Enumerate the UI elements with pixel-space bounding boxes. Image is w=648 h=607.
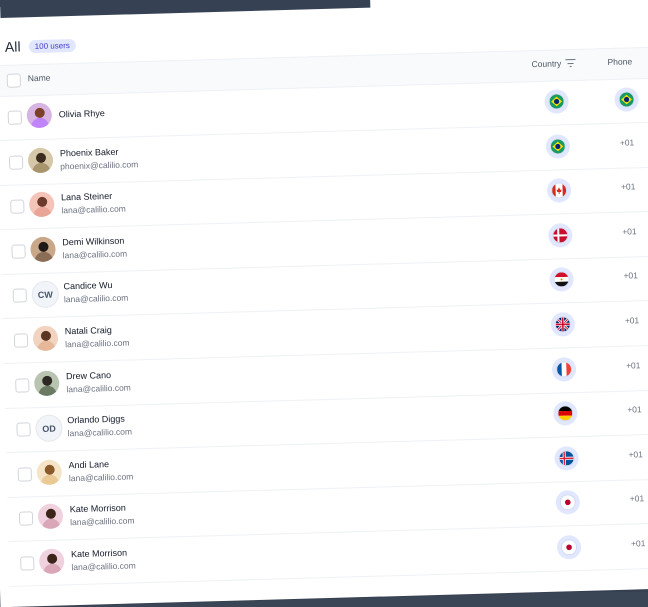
user-email: lana@calilio.com	[70, 515, 135, 528]
user-phone: +01	[620, 181, 636, 192]
page-title: All	[4, 38, 21, 55]
flag-icon-ca	[550, 182, 568, 199]
user-name: Phoenix Baker	[59, 146, 119, 158]
user-email: lana@calilio.com	[62, 248, 128, 261]
user-email: phoenix@calilio.com	[60, 158, 139, 171]
flag-icon-is	[558, 449, 575, 467]
avatar	[32, 325, 59, 352]
column-phone-header[interactable]: Phone	[607, 56, 632, 67]
country-flag	[546, 178, 572, 203]
user-email: lana@calilio.com	[61, 203, 126, 216]
flag-icon-gb	[554, 316, 572, 333]
avatar	[37, 503, 64, 530]
flag-icon-fr	[555, 360, 573, 378]
avatar	[26, 102, 53, 129]
avatar	[28, 191, 55, 218]
users-table-card: All 100 users Name Country Phone Olivia …	[0, 0, 648, 607]
table-header: All 100 users	[5, 35, 77, 57]
row-checkbox[interactable]	[16, 422, 31, 437]
flag-icon-jp	[559, 494, 577, 511]
avatar: OD	[35, 414, 63, 443]
country-flag	[549, 267, 574, 293]
user-phone: +01	[623, 270, 639, 282]
flag-icon-eg	[553, 271, 570, 289]
country-flag	[555, 490, 581, 516]
avatar	[27, 147, 54, 173]
flag-icon-br	[548, 93, 565, 110]
flag-icon-de	[557, 405, 574, 422]
country-flag	[548, 222, 573, 248]
user-name: Orlando Diggs	[67, 413, 125, 426]
flag-icon-br	[618, 91, 635, 108]
country-flag	[556, 534, 582, 560]
row-checkbox[interactable]	[15, 377, 30, 393]
country-flag	[545, 133, 571, 159]
user-email: lana@calilio.com	[66, 382, 131, 394]
column-country-label: Country	[531, 58, 562, 70]
row-checkbox[interactable]	[13, 333, 29, 348]
avatar	[30, 236, 56, 263]
user-phone: +01	[629, 493, 645, 504]
select-all-checkbox[interactable]	[6, 73, 22, 88]
user-phone: +01	[627, 404, 642, 415]
user-phone: +01	[628, 449, 644, 460]
row-checkbox[interactable]	[18, 511, 34, 527]
user-name: Olivia Rhye	[58, 108, 105, 120]
user-phone: +01	[622, 226, 637, 237]
country-flag	[550, 312, 576, 337]
user-email: lana@calilio.com	[67, 426, 133, 439]
column-country-header[interactable]: Country	[531, 58, 576, 70]
flag-icon-dk	[552, 227, 569, 244]
user-name: Drew Cano	[65, 369, 112, 381]
user-name: Candice Wu	[63, 280, 113, 292]
user-name: Demi Wilkinson	[62, 235, 125, 248]
country-flag	[552, 401, 578, 426]
user-email: lana@calilio.com	[63, 292, 129, 305]
user-phone: +01	[624, 315, 640, 326]
user-phone: +01	[619, 136, 635, 148]
avatar	[33, 370, 60, 396]
user-phone: +01	[625, 359, 641, 371]
country-flag	[544, 89, 569, 114]
user-email: lana@calilio.com	[65, 337, 130, 350]
phone-flag	[614, 87, 639, 112]
user-name: Natali Craig	[64, 324, 112, 337]
filter-icon[interactable]	[565, 58, 576, 68]
avatar	[38, 548, 65, 575]
country-flag	[554, 445, 579, 471]
flag-icon-jp	[560, 539, 578, 556]
user-email: lana@calilio.com	[68, 471, 134, 484]
avatar	[36, 459, 63, 485]
flag-icon-br	[549, 137, 567, 155]
avatar: CW	[31, 280, 60, 309]
column-name-header[interactable]: Name	[28, 73, 51, 84]
user-name: Andi Lane	[68, 458, 110, 471]
row-checkbox[interactable]	[7, 110, 23, 125]
row-checkbox[interactable]	[12, 288, 28, 304]
country-flag	[551, 356, 577, 382]
row-checkbox[interactable]	[10, 199, 25, 214]
user-name: Kate Morrison	[70, 547, 128, 560]
user-email: lana@calilio.com	[71, 560, 136, 573]
user-name: Lana Steiner	[60, 191, 113, 203]
user-phone: +01	[630, 538, 646, 549]
row-checkbox[interactable]	[20, 556, 35, 571]
row-checkbox[interactable]	[11, 244, 26, 259]
row-checkbox[interactable]	[8, 155, 24, 170]
user-count-badge: 100 users	[28, 38, 77, 53]
row-checkbox[interactable]	[17, 467, 32, 482]
user-name: Kate Morrison	[69, 503, 126, 515]
